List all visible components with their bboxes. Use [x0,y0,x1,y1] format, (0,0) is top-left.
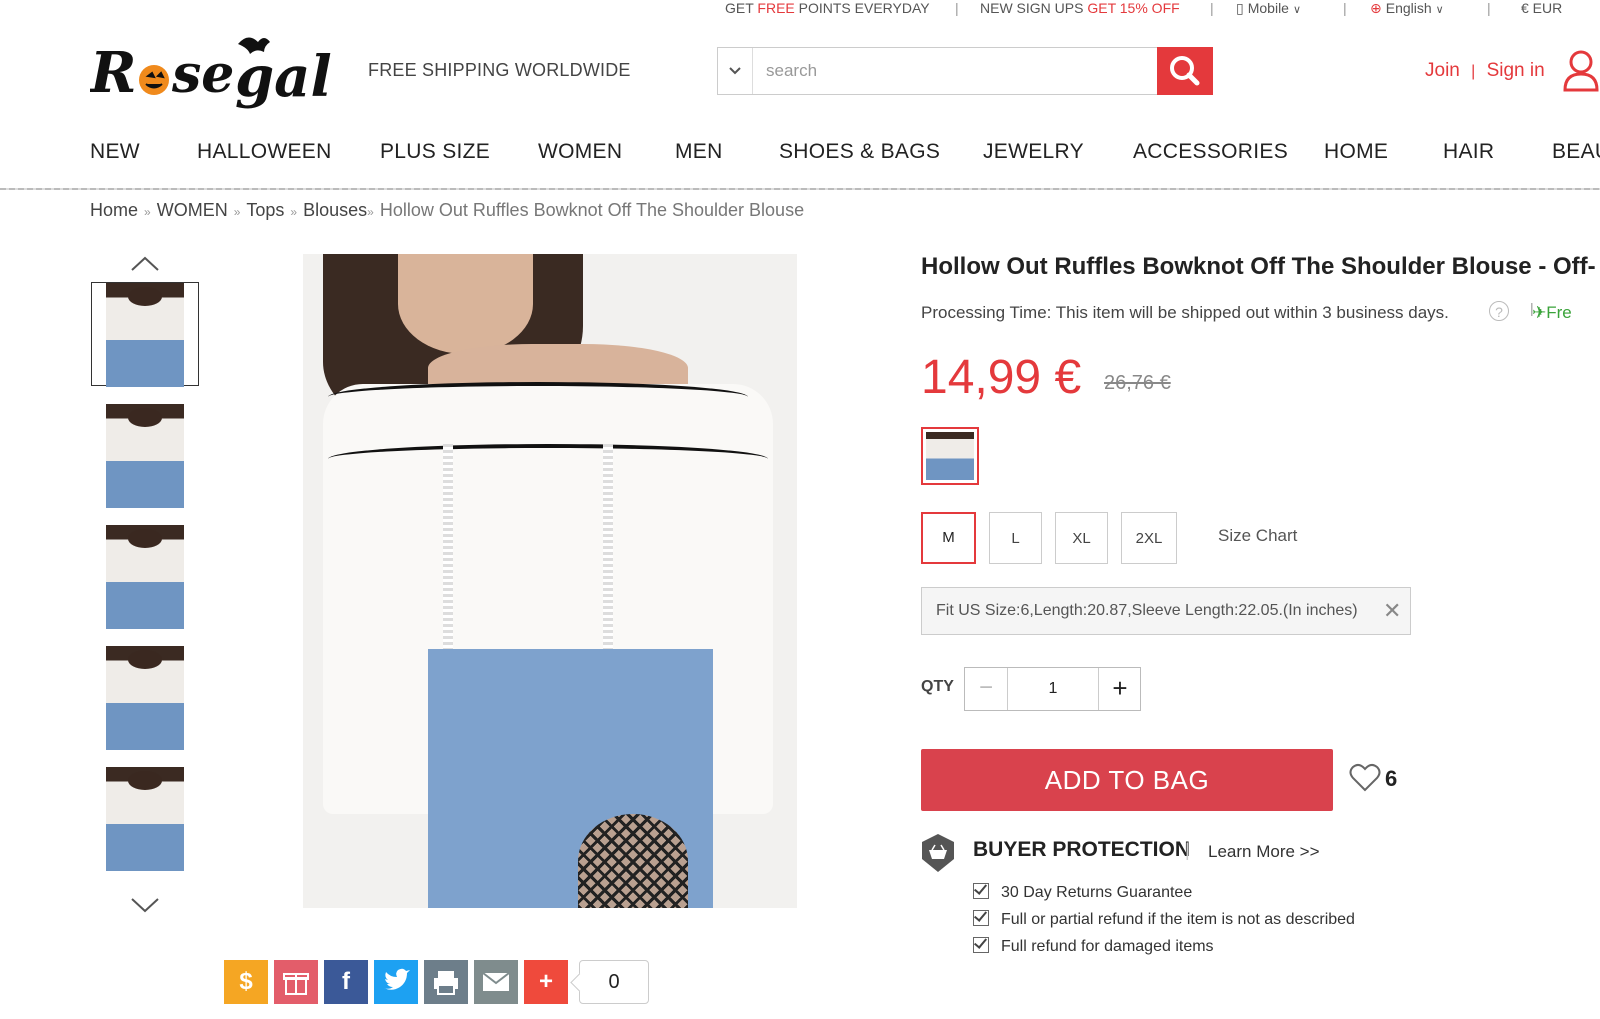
size-option-2xl[interactable]: 2XL [1121,512,1177,564]
main-nav: NEW HALLOWEEN PLUS SIZE WOMEN MEN SHOES … [0,140,1600,172]
globe-icon: ⊕ [1370,0,1382,16]
product-title: Hollow Out Ruffles Bowknot Off The Shoul… [921,253,1596,280]
search-button[interactable] [1157,47,1213,95]
checkbox-icon [973,883,989,899]
protection-item: Full refund for damaged items [973,937,1214,956]
processing-time: Processing Time: This item will be shipp… [921,303,1449,322]
nav-jewelry[interactable]: JEWELRY [983,140,1084,164]
size-option-m[interactable]: M [921,512,976,564]
qty-label: QTY [921,678,954,695]
add-to-bag-button[interactable]: ADD TO BAG [921,749,1333,811]
plane-icon: ✈ [1532,303,1547,322]
color-swatch[interactable] [921,427,979,485]
svg-text:R: R [90,40,137,106]
logo-mark: R se gal [88,37,332,110]
search-category-dropdown[interactable] [718,48,753,94]
nav-new[interactable]: NEW [90,140,140,164]
product-thumbnail[interactable] [106,283,184,387]
nav-home[interactable]: HOME [1324,140,1388,164]
shield-basket-icon [922,834,954,872]
size-chart-link[interactable]: Size Chart [1218,526,1297,546]
product-thumbnail[interactable] [106,767,184,871]
breadcrumb-tops[interactable]: Tops [246,200,284,220]
qty-decrease-button[interactable]: − [965,668,1008,710]
product-thumbnail[interactable] [106,525,184,629]
nav-women[interactable]: WOMEN [538,140,622,164]
breadcrumb-blouses[interactable]: Blouses [303,200,367,220]
divider: | [1210,0,1214,16]
divider: | [1471,63,1476,80]
sale-price: 14,99 € [921,351,1082,404]
product-thumbnail[interactable] [106,646,184,750]
add-share-icon[interactable]: + [524,960,568,1004]
divider: | [1343,0,1347,16]
search-icon [1170,56,1200,86]
original-price: 26,76 € [1104,372,1171,394]
twitter-icon[interactable] [374,960,418,1004]
divider: | [955,0,959,16]
qty-input[interactable]: 1 [1008,668,1098,710]
chevron-down-icon: ∨ [1435,4,1444,16]
phone-icon: ▯ [1236,0,1244,16]
join-link[interactable]: Join [1425,60,1460,81]
search-input[interactable] [754,48,1150,94]
product-main-image[interactable] [303,254,797,908]
mobile-link[interactable]: ▯ Mobile ∨ [1236,0,1301,17]
heart-icon[interactable] [1349,763,1381,793]
account-links: Join | Sign in [1425,60,1545,82]
thumbs-down-arrow-icon[interactable] [130,897,160,913]
gift-icon[interactable] [274,960,318,1004]
nav-beauty[interactable]: BEAU [1552,140,1600,164]
close-icon[interactable]: ✕ [1383,598,1401,624]
chevron-down-icon [729,67,741,75]
nav-plus-size[interactable]: PLUS SIZE [380,140,490,164]
protection-item: Full or partial refund if the item is no… [973,910,1355,929]
qty-increase-button[interactable]: + [1098,668,1141,710]
share-count: 0 [579,960,649,1004]
free-shipping-note[interactable]: ✈Fre [1532,303,1572,323]
user-icon[interactable] [1563,50,1599,92]
free-shipping-banner: FREE SHIPPING WORLDWIDE [368,60,631,80]
svg-text:se: se [171,44,234,105]
learn-more-link[interactable]: Learn More >> [1208,842,1320,862]
sign-in-link[interactable]: Sign in [1487,60,1545,81]
nav-shoes-bags[interactable]: SHOES & BAGS [779,140,940,164]
search-box [717,47,1213,95]
wishlist-count: 6 [1385,766,1398,791]
thumbs-up-arrow-icon[interactable] [130,256,160,272]
currency-selector[interactable]: € EUR [1521,0,1562,16]
nav-halloween[interactable]: HALLOWEEN [197,140,332,164]
signup-promo[interactable]: NEW SIGN UPS GET 15% OFF [980,0,1180,16]
rosegal-logo[interactable]: R se gal [88,30,340,120]
divider: | [1487,0,1491,16]
size-option-xl[interactable]: XL [1055,512,1108,564]
chevron-down-icon: ∨ [1292,4,1302,16]
quantity-stepper: − 1 + [964,667,1141,711]
protection-item: 30 Day Returns Guarantee [973,883,1192,902]
nav-accessories[interactable]: ACCESSORIES [1133,140,1288,164]
language-selector[interactable]: ⊕ English ∨ [1370,0,1444,17]
breadcrumb: Home» WOMEN» Tops» Blouses» Hollow Out Ruffl… [90,200,805,220]
nav-men[interactable]: MEN [675,140,723,164]
breadcrumb-home[interactable]: Home [90,200,138,220]
fit-info: Fit US Size:6,Length:20.87,Sleeve Length… [921,587,1411,635]
nav-hair[interactable]: HAIR [1443,140,1494,164]
nav-divider [0,188,1600,190]
free-points-promo[interactable]: GET FREE POINTS EVERYDAY [725,0,930,16]
svg-text:gal: gal [235,44,332,110]
product-thumbnail[interactable] [106,404,184,508]
facebook-icon[interactable]: f [324,960,368,1004]
buyer-protection-title: BUYER PROTECTION [973,838,1191,861]
checkbox-icon [973,910,989,926]
help-icon[interactable]: ? [1489,301,1509,321]
email-icon[interactable] [474,960,518,1004]
top-bar: GET FREE POINTS EVERYDAY | NEW SIGN UPS … [0,0,1600,22]
checkbox-icon [973,937,989,953]
size-option-l[interactable]: L [989,512,1042,564]
print-icon[interactable] [424,960,468,1004]
breadcrumb-women[interactable]: WOMEN [157,200,228,220]
breadcrumb-current: Hollow Out Ruffles Bowknot Off The Shoul… [379,200,805,220]
divider: | [1185,840,1190,860]
money-bag-icon[interactable]: $ [224,960,268,1004]
